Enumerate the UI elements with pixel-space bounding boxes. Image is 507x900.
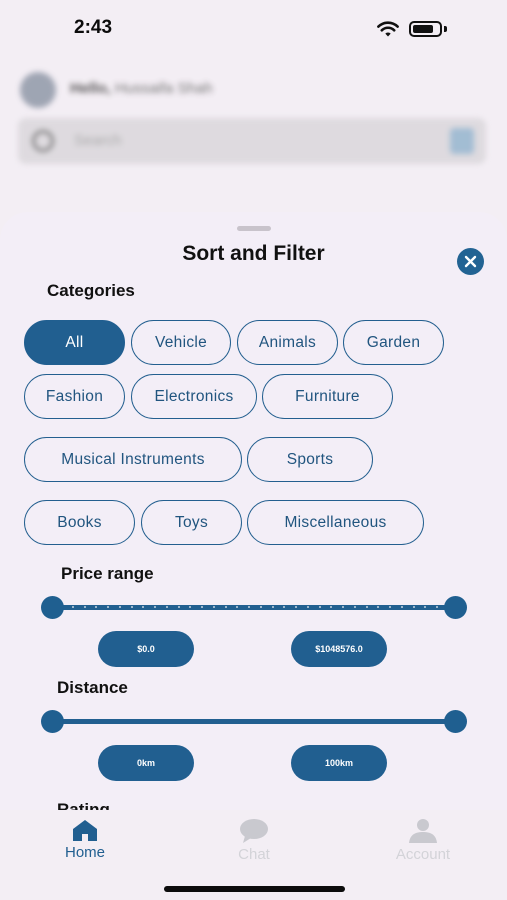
battery-icon — [409, 21, 442, 37]
slider-tick — [95, 606, 98, 608]
search-bar: Search — [18, 118, 486, 164]
greeting: Hello, Hussaifa Shah — [70, 80, 213, 97]
distance-max-value: 100km — [291, 745, 387, 781]
distance-min-value: 0km — [98, 745, 194, 781]
tab-chat[interactable]: Chat — [204, 818, 304, 863]
tab-account-label: Account — [395, 846, 451, 863]
slider-tick — [154, 606, 156, 608]
distance-label: Distance — [57, 678, 128, 697]
slider-tick — [189, 606, 192, 608]
avatar — [20, 72, 56, 108]
screen: 2:43 Hello, Hussaifa Shah Search Sort an… — [0, 0, 507, 900]
slider-tick — [342, 606, 344, 608]
slider-tick — [330, 606, 333, 608]
slider-tick — [224, 606, 227, 608]
slider-tick — [295, 606, 297, 608]
slider-tick — [306, 606, 309, 608]
filter-icon — [450, 128, 474, 154]
category-chip-garden[interactable]: Garden — [343, 320, 444, 365]
tab-home[interactable]: Home — [35, 818, 135, 861]
tab-home-label: Home — [64, 844, 105, 861]
category-chip-toys[interactable]: Toys — [141, 500, 242, 545]
slider-tick — [177, 606, 180, 608]
slider-tick — [283, 606, 286, 608]
slider-tick — [142, 606, 145, 608]
category-chip-sports[interactable]: Sports — [247, 437, 373, 482]
status-bar: 2:43 — [0, 0, 507, 58]
slider-tick — [424, 606, 427, 608]
distance-min-thumb[interactable] — [41, 710, 64, 733]
account-icon — [409, 819, 437, 843]
slider-tick — [83, 606, 86, 608]
slider-tick — [389, 606, 391, 608]
slider-tick — [436, 606, 438, 608]
category-chip-all[interactable]: All — [24, 320, 125, 365]
price-max-value: $1048576.0 — [291, 631, 387, 667]
slider-tick — [118, 606, 121, 608]
greeting-name: Hussaifa Shah — [115, 80, 213, 97]
slider-tick — [165, 606, 168, 608]
slider-tick — [236, 606, 239, 608]
tab-chat-label: Chat — [238, 846, 270, 863]
wifi-icon — [377, 21, 399, 37]
slider-tick — [377, 606, 380, 608]
price-min-thumb[interactable] — [41, 596, 64, 619]
category-chip-electronics[interactable]: Electronics — [131, 374, 257, 419]
close-icon — [464, 255, 477, 268]
sort-filter-sheet: Sort and Filter Categories All Vehicle A… — [0, 212, 507, 812]
price-range-ticks — [60, 605, 450, 610]
background-content: Hello, Hussaifa Shah Search — [0, 58, 507, 218]
search-placeholder: Search — [74, 132, 122, 149]
category-chip-fashion[interactable]: Fashion — [24, 374, 125, 419]
sheet-title: Sort and Filter — [182, 242, 325, 265]
category-chip-books[interactable]: Books — [24, 500, 135, 545]
tab-account[interactable]: Account — [373, 818, 473, 863]
chat-icon — [240, 819, 268, 843]
category-chip-furniture[interactable]: Furniture — [262, 374, 393, 419]
price-min-value: $0.0 — [98, 631, 194, 667]
slider-tick — [259, 606, 262, 608]
category-chip-musical-instruments[interactable]: Musical Instruments — [24, 437, 242, 482]
slider-tick — [107, 606, 109, 608]
slider-tick — [248, 606, 250, 608]
close-button[interactable] — [457, 248, 484, 275]
category-chip-miscellaneous[interactable]: Miscellaneous — [247, 500, 424, 545]
battery-tip — [444, 26, 447, 32]
slider-tick — [212, 606, 215, 608]
slider-tick — [318, 606, 321, 608]
slider-tick — [412, 606, 415, 608]
slider-tick — [400, 606, 403, 608]
slider-tick — [353, 606, 356, 608]
distance-track[interactable] — [52, 719, 455, 724]
status-time: 2:43 — [74, 17, 113, 38]
greeting-prefix: Hello, — [70, 80, 111, 97]
home-indicator — [164, 886, 345, 892]
distance-max-thumb[interactable] — [444, 710, 467, 733]
slider-tick — [130, 606, 133, 608]
home-icon — [73, 820, 97, 841]
slider-tick — [71, 606, 74, 608]
slider-tick — [201, 606, 203, 608]
price-range-label: Price range — [61, 564, 154, 583]
category-chip-animals[interactable]: Animals — [237, 320, 338, 365]
sheet-grabber[interactable] — [237, 226, 271, 231]
slider-tick — [365, 606, 368, 608]
category-chip-vehicle[interactable]: Vehicle — [131, 320, 231, 365]
search-icon — [32, 130, 54, 152]
price-max-thumb[interactable] — [444, 596, 467, 619]
categories-label: Categories — [47, 281, 135, 300]
slider-tick — [271, 606, 274, 608]
